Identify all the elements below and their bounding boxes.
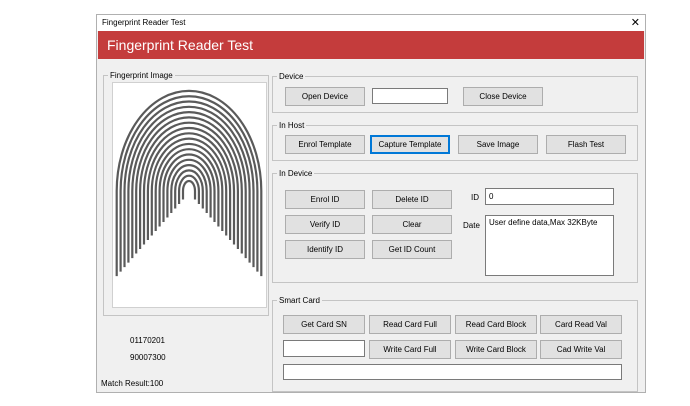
- fingerprint-ridge: [166, 158, 212, 218]
- flash-test-button[interactable]: Flash Test: [546, 135, 626, 154]
- device-group-label: Device: [277, 71, 306, 82]
- in-device-group: In Device Enrol ID Delete ID Verify ID C…: [272, 168, 638, 283]
- fingerprint-ridge: [142, 126, 236, 245]
- fingerprint-value-1: 01170201: [130, 336, 165, 345]
- identify-id-button[interactable]: Identify ID: [285, 240, 365, 259]
- smart-card-group-label: Smart Card: [277, 295, 322, 306]
- clear-button[interactable]: Clear: [372, 215, 452, 234]
- fingerprint-ridge: [127, 105, 251, 263]
- read-card-block-button[interactable]: Read Card Block: [455, 315, 537, 334]
- id-label: ID: [471, 193, 479, 202]
- in-host-group-label: In Host: [277, 120, 307, 131]
- smart-card-group: Smart Card Get Card SN Read Card Full Re…: [272, 295, 638, 392]
- write-card-full-button[interactable]: Write Card Full: [369, 340, 451, 359]
- fingerprint-image: [112, 82, 267, 308]
- user-data-field[interactable]: User define data,Max 32KByte: [485, 215, 614, 276]
- date-label: Date: [463, 221, 480, 230]
- fingerprint-ridge: [154, 142, 224, 232]
- card-output-field[interactable]: [283, 364, 622, 380]
- card-sn-field[interactable]: [283, 340, 365, 357]
- fingerprint-group: Fingerprint Image: [103, 70, 269, 316]
- verify-id-button[interactable]: Verify ID: [285, 215, 365, 234]
- fingerprint-ridge: [181, 179, 197, 200]
- write-card-block-button[interactable]: Write Card Block: [455, 340, 537, 359]
- window-title: Fingerprint Reader Test: [102, 18, 186, 27]
- close-icon[interactable]: ✕: [631, 16, 640, 29]
- in-host-group: In Host Enrol Template Capture Template …: [272, 120, 638, 161]
- read-card-full-button[interactable]: Read Card Full: [369, 315, 451, 334]
- app-window: Fingerprint Reader Test ✕ Fingerprint Re…: [96, 14, 646, 393]
- fingerprint-group-label: Fingerprint Image: [108, 70, 175, 81]
- banner-title: Fingerprint Reader Test: [107, 37, 254, 53]
- title-bar: Fingerprint Reader Test ✕: [97, 15, 645, 31]
- device-status-field[interactable]: [372, 88, 448, 104]
- enrol-id-button[interactable]: Enrol ID: [285, 190, 365, 209]
- fingerprint-ridge: [170, 164, 208, 214]
- enrol-template-button[interactable]: Enrol Template: [285, 135, 365, 154]
- match-result: Match Result:100: [101, 379, 164, 388]
- device-group: Device Open Device Close Device: [272, 71, 638, 113]
- fingerprint-value-2: 90007300: [130, 353, 166, 362]
- cad-write-val-button[interactable]: Cad Write Val: [540, 340, 622, 359]
- get-id-count-button[interactable]: Get ID Count: [372, 240, 452, 259]
- capture-template-button[interactable]: Capture Template: [370, 135, 450, 154]
- open-device-button[interactable]: Open Device: [285, 87, 365, 106]
- header-banner: Fingerprint Reader Test: [98, 31, 644, 59]
- fingerprint-icon: [115, 89, 263, 277]
- card-read-val-button[interactable]: Card Read Val: [540, 315, 622, 334]
- in-device-group-label: In Device: [277, 168, 315, 179]
- fingerprint-ridge: [115, 89, 263, 277]
- id-field[interactable]: [485, 188, 614, 205]
- get-card-sn-button[interactable]: Get Card SN: [283, 315, 365, 334]
- save-image-button[interactable]: Save Image: [458, 135, 538, 154]
- close-device-button[interactable]: Close Device: [463, 87, 543, 106]
- delete-id-button[interactable]: Delete ID: [372, 190, 452, 209]
